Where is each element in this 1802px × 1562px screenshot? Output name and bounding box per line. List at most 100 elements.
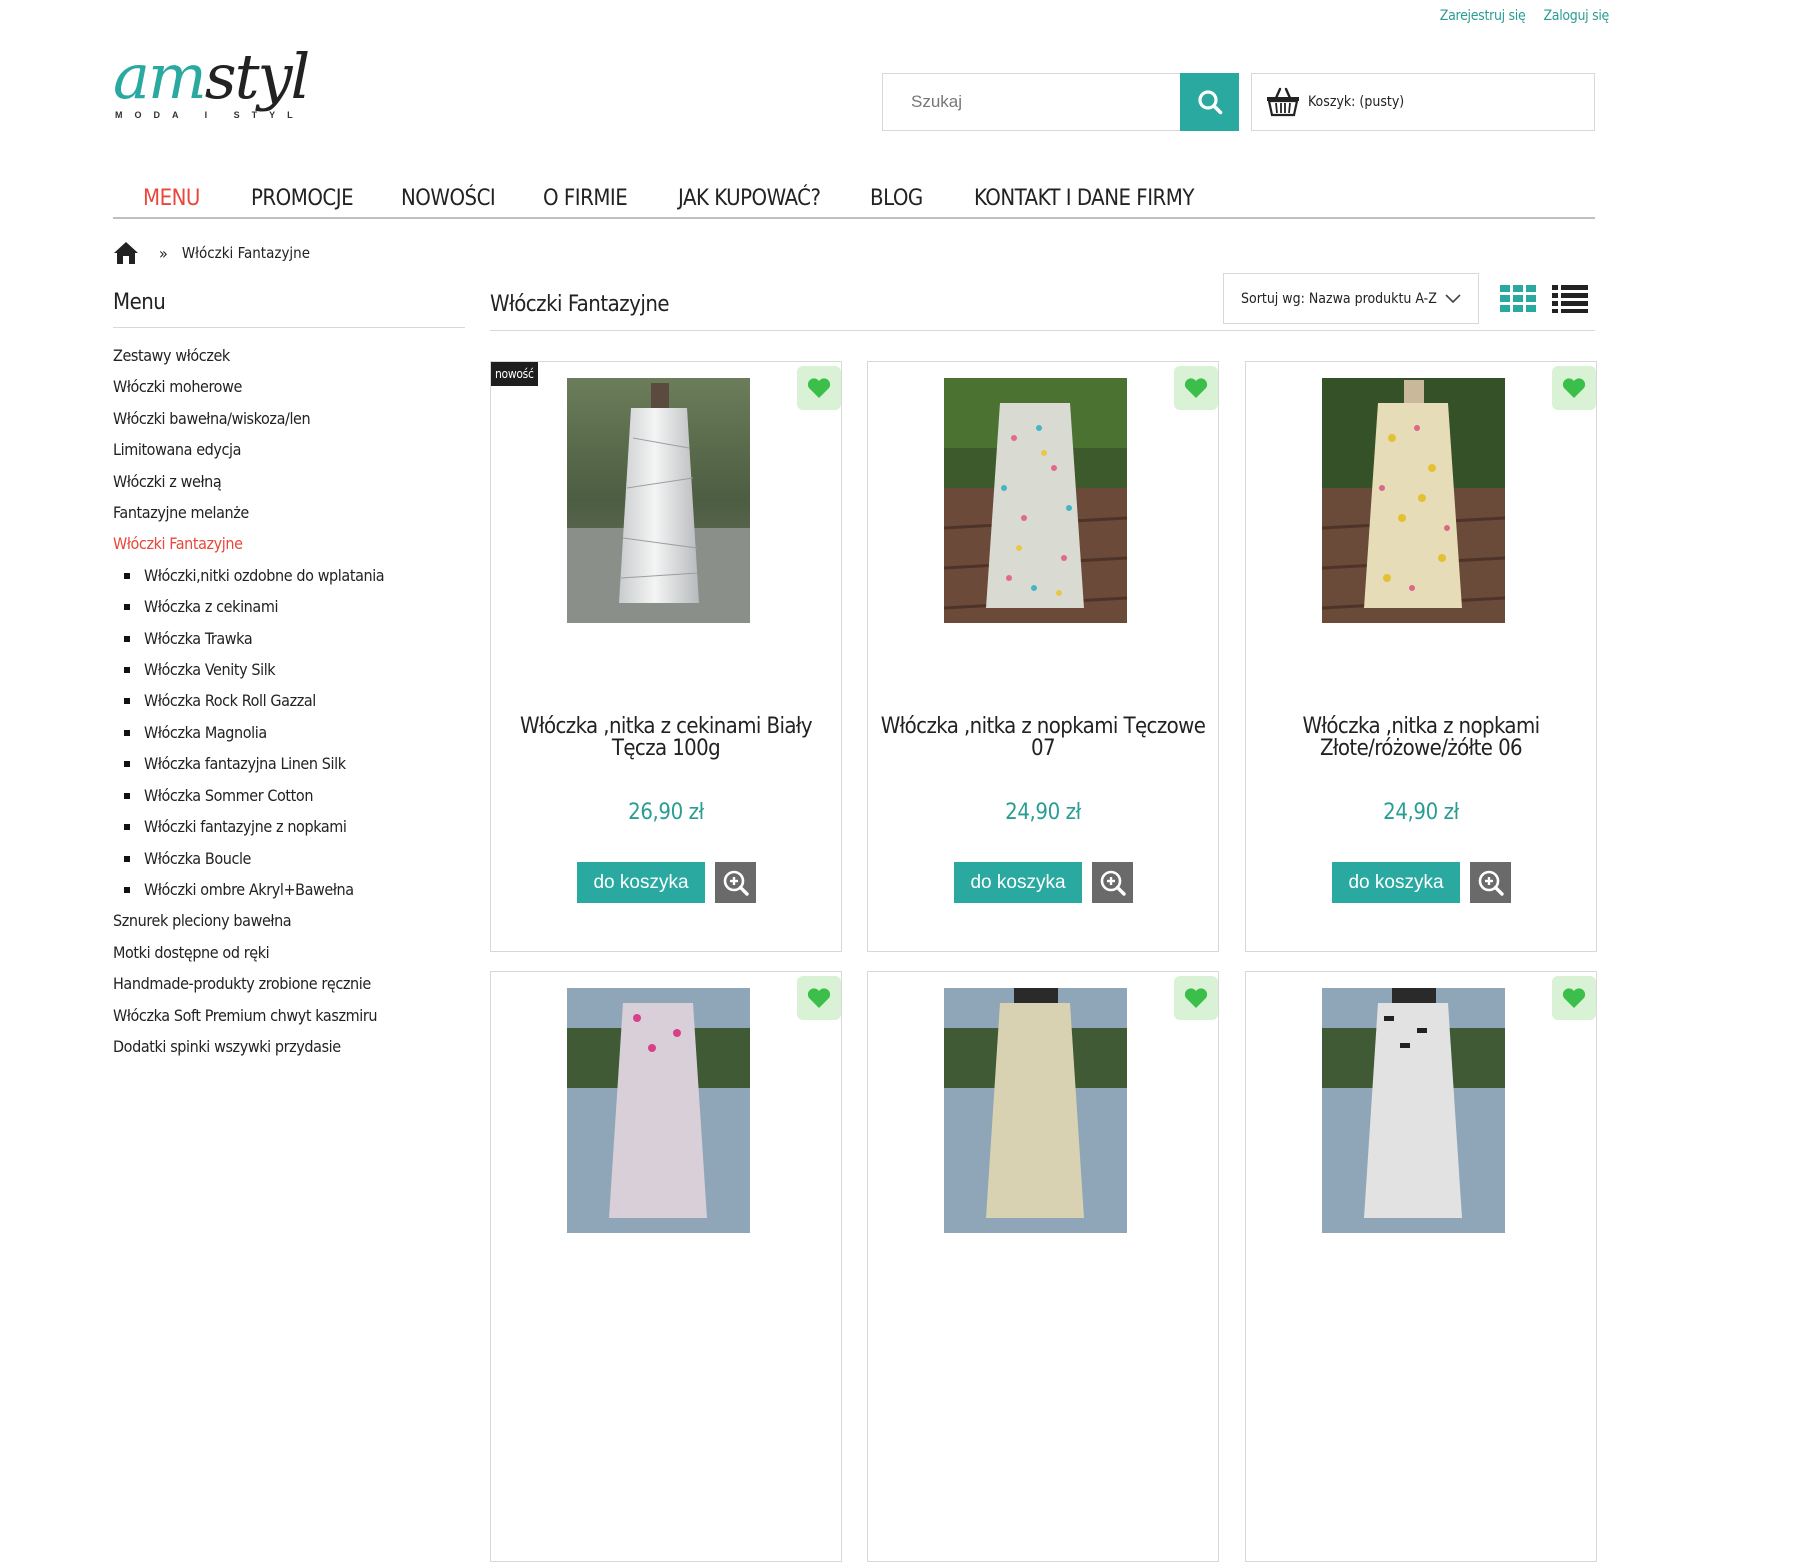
- sidebar-subitem[interactable]: Włóczki fantazyjne z nopkami: [113, 811, 465, 842]
- register-link[interactable]: Zarejestruj się: [1440, 8, 1526, 24]
- nav-item-promocje[interactable]: PROMOCJE: [251, 186, 354, 211]
- account-links: Zarejestruj się Zaloguj się: [1426, 8, 1610, 24]
- heart-icon: [1184, 378, 1208, 398]
- list-view-icon[interactable]: [1552, 285, 1588, 313]
- sidebar-item[interactable]: Dodatki spinki wszywki przydasie: [113, 1031, 465, 1062]
- logo-accent: am: [113, 40, 207, 113]
- product-card[interactable]: [1245, 971, 1597, 1562]
- logo-rest: styl: [204, 40, 311, 113]
- category-sidebar: Menu Zestawy włóczek Włóczki moherowe Wł…: [113, 290, 465, 1062]
- heart-icon: [1562, 988, 1586, 1008]
- logo-wordmark: amstyl: [113, 40, 311, 113]
- product-name[interactable]: Włóczka ,nitka z nopkami Złote/różowe/żó…: [1258, 716, 1584, 760]
- sidebar-item[interactable]: Zestawy włóczek: [113, 340, 465, 371]
- cart-block[interactable]: Koszyk: (pusty): [1251, 73, 1595, 131]
- nav-item-nowosci[interactable]: NOWOŚCI: [401, 186, 496, 211]
- quick-view-button[interactable]: [715, 862, 756, 903]
- favorite-button[interactable]: [1174, 976, 1218, 1020]
- site-logo[interactable]: amstyl MODA I STYL: [113, 40, 353, 145]
- heart-icon: [807, 378, 831, 398]
- heart-icon: [807, 988, 831, 1008]
- sidebar-subitem[interactable]: Włóczka Magnolia: [113, 717, 465, 748]
- sidebar-subitem[interactable]: Włóczka fantazyjna Linen Silk: [113, 748, 465, 779]
- login-link[interactable]: Zaloguj się: [1543, 8, 1609, 24]
- sidebar-item[interactable]: Włóczka Soft Premium chwyt kaszmiru: [113, 1000, 465, 1031]
- product-name[interactable]: Włóczka ,nitka z cekinami Biały Tęcza 10…: [503, 716, 829, 760]
- search-box: [882, 73, 1239, 131]
- product-name[interactable]: Włóczka ,nitka z nopkami Tęczowe 07: [880, 716, 1206, 760]
- search-button[interactable]: [1180, 73, 1239, 131]
- cart-label: Koszyk: (pusty): [1308, 94, 1405, 110]
- product-price: 24,90 zł: [1383, 800, 1459, 825]
- product-card[interactable]: nowość Włóczka ,nitka z cekinami Biały T…: [490, 361, 842, 952]
- sidebar-item[interactable]: Sznurek pleciony bawełna: [113, 905, 465, 936]
- breadcrumb: » Włóczki Fantazyjne: [113, 238, 310, 268]
- search-input[interactable]: [883, 74, 1181, 130]
- home-icon[interactable]: [113, 241, 139, 265]
- favorite-button[interactable]: [797, 976, 841, 1020]
- grid-view-icon[interactable]: [1500, 285, 1536, 313]
- quick-view-button[interactable]: [1092, 862, 1133, 903]
- product-image[interactable]: [1322, 378, 1505, 623]
- sidebar-subitem[interactable]: Włóczki,nitki ozdobne do wplatania: [113, 560, 465, 591]
- zoom-in-icon: [1100, 870, 1126, 896]
- sidebar-subitem[interactable]: Włóczka Venity Silk: [113, 654, 465, 685]
- sidebar-subitem[interactable]: Włóczka Boucle: [113, 843, 465, 874]
- logo-tagline: MODA I STYL: [115, 110, 305, 120]
- favorite-button[interactable]: [1552, 976, 1596, 1020]
- new-badge: nowość: [491, 362, 538, 386]
- sidebar-title: Menu: [113, 290, 465, 328]
- product-image[interactable]: [1322, 988, 1505, 1233]
- product-card[interactable]: Włóczka ,nitka z nopkami Tęczowe 07 24,9…: [867, 361, 1219, 952]
- zoom-in-icon: [723, 870, 749, 896]
- sidebar-item[interactable]: Limitowana edycja: [113, 434, 465, 465]
- product-card[interactable]: Włóczka ,nitka z nopkami Złote/różowe/żó…: [1245, 361, 1597, 952]
- nav-item-o-firmie[interactable]: O FIRMIE: [543, 186, 628, 211]
- sidebar-subitem[interactable]: Włóczki ombre Akryl+Bawełna: [113, 874, 465, 905]
- chevron-down-icon: [1445, 294, 1461, 304]
- sidebar-item-active[interactable]: Włóczki Fantazyjne: [113, 528, 465, 559]
- product-image[interactable]: [944, 988, 1127, 1233]
- favorite-button[interactable]: [1174, 366, 1218, 410]
- sidebar-subitem[interactable]: Włóczka Sommer Cotton: [113, 780, 465, 811]
- search-icon: [1197, 90, 1222, 115]
- sort-select[interactable]: Sortuj wg: Nazwa produktu A-Z: [1223, 273, 1479, 324]
- quick-view-button[interactable]: [1470, 862, 1511, 903]
- add-to-cart-button[interactable]: do koszyka: [577, 862, 705, 903]
- add-to-cart-button[interactable]: do koszyka: [1332, 862, 1460, 903]
- sidebar-item[interactable]: Włóczki z wełną: [113, 466, 465, 497]
- favorite-button[interactable]: [797, 366, 841, 410]
- add-to-cart-button[interactable]: do koszyka: [954, 862, 1082, 903]
- main-navigation: MENU PROMOCJE NOWOŚCI O FIRMIE JAK KUPOW…: [113, 180, 1595, 219]
- sidebar-subitem[interactable]: Włóczka z cekinami: [113, 591, 465, 622]
- sidebar-item[interactable]: Motki dostępne od ręki: [113, 937, 465, 968]
- category-list: Zestawy włóczek Włóczki moherowe Włóczki…: [113, 328, 465, 1062]
- sidebar-item[interactable]: Włóczki bawełna/wiskoza/len: [113, 403, 465, 434]
- heart-icon: [1184, 988, 1208, 1008]
- product-price: 26,90 zł: [628, 800, 704, 825]
- product-image[interactable]: [944, 378, 1127, 623]
- product-image[interactable]: [567, 378, 750, 623]
- product-card[interactable]: [867, 971, 1219, 1562]
- title-divider: [490, 330, 1595, 331]
- product-image[interactable]: [567, 988, 750, 1233]
- favorite-button[interactable]: [1552, 366, 1596, 410]
- nav-item-menu[interactable]: MENU: [143, 186, 200, 211]
- sidebar-item[interactable]: Handmade-produkty zrobione ręcznie: [113, 968, 465, 999]
- breadcrumb-current: Włóczki Fantazyjne: [181, 244, 311, 262]
- category-title: Włóczki Fantazyjne: [490, 292, 670, 317]
- basket-icon: [1267, 87, 1299, 117]
- breadcrumb-separator: »: [159, 243, 168, 263]
- sidebar-item[interactable]: Włóczki moherowe: [113, 371, 465, 402]
- nav-item-jak-kupowac[interactable]: JAK KUPOWAĆ?: [678, 186, 821, 211]
- sidebar-subitem[interactable]: Włóczka Rock Roll Gazzal: [113, 685, 465, 716]
- product-price: 24,90 zł: [1005, 800, 1081, 825]
- nav-item-kontakt[interactable]: KONTAKT I DANE FIRMY: [974, 186, 1194, 211]
- product-card[interactable]: [490, 971, 842, 1562]
- nav-item-blog[interactable]: BLOG: [870, 186, 923, 211]
- sort-label: Sortuj wg: Nazwa produktu A-Z: [1241, 290, 1437, 307]
- sidebar-subitem[interactable]: Włóczka Trawka: [113, 623, 465, 654]
- zoom-in-icon: [1478, 870, 1504, 896]
- heart-icon: [1562, 378, 1586, 398]
- sidebar-item[interactable]: Fantazyjne melanże: [113, 497, 465, 528]
